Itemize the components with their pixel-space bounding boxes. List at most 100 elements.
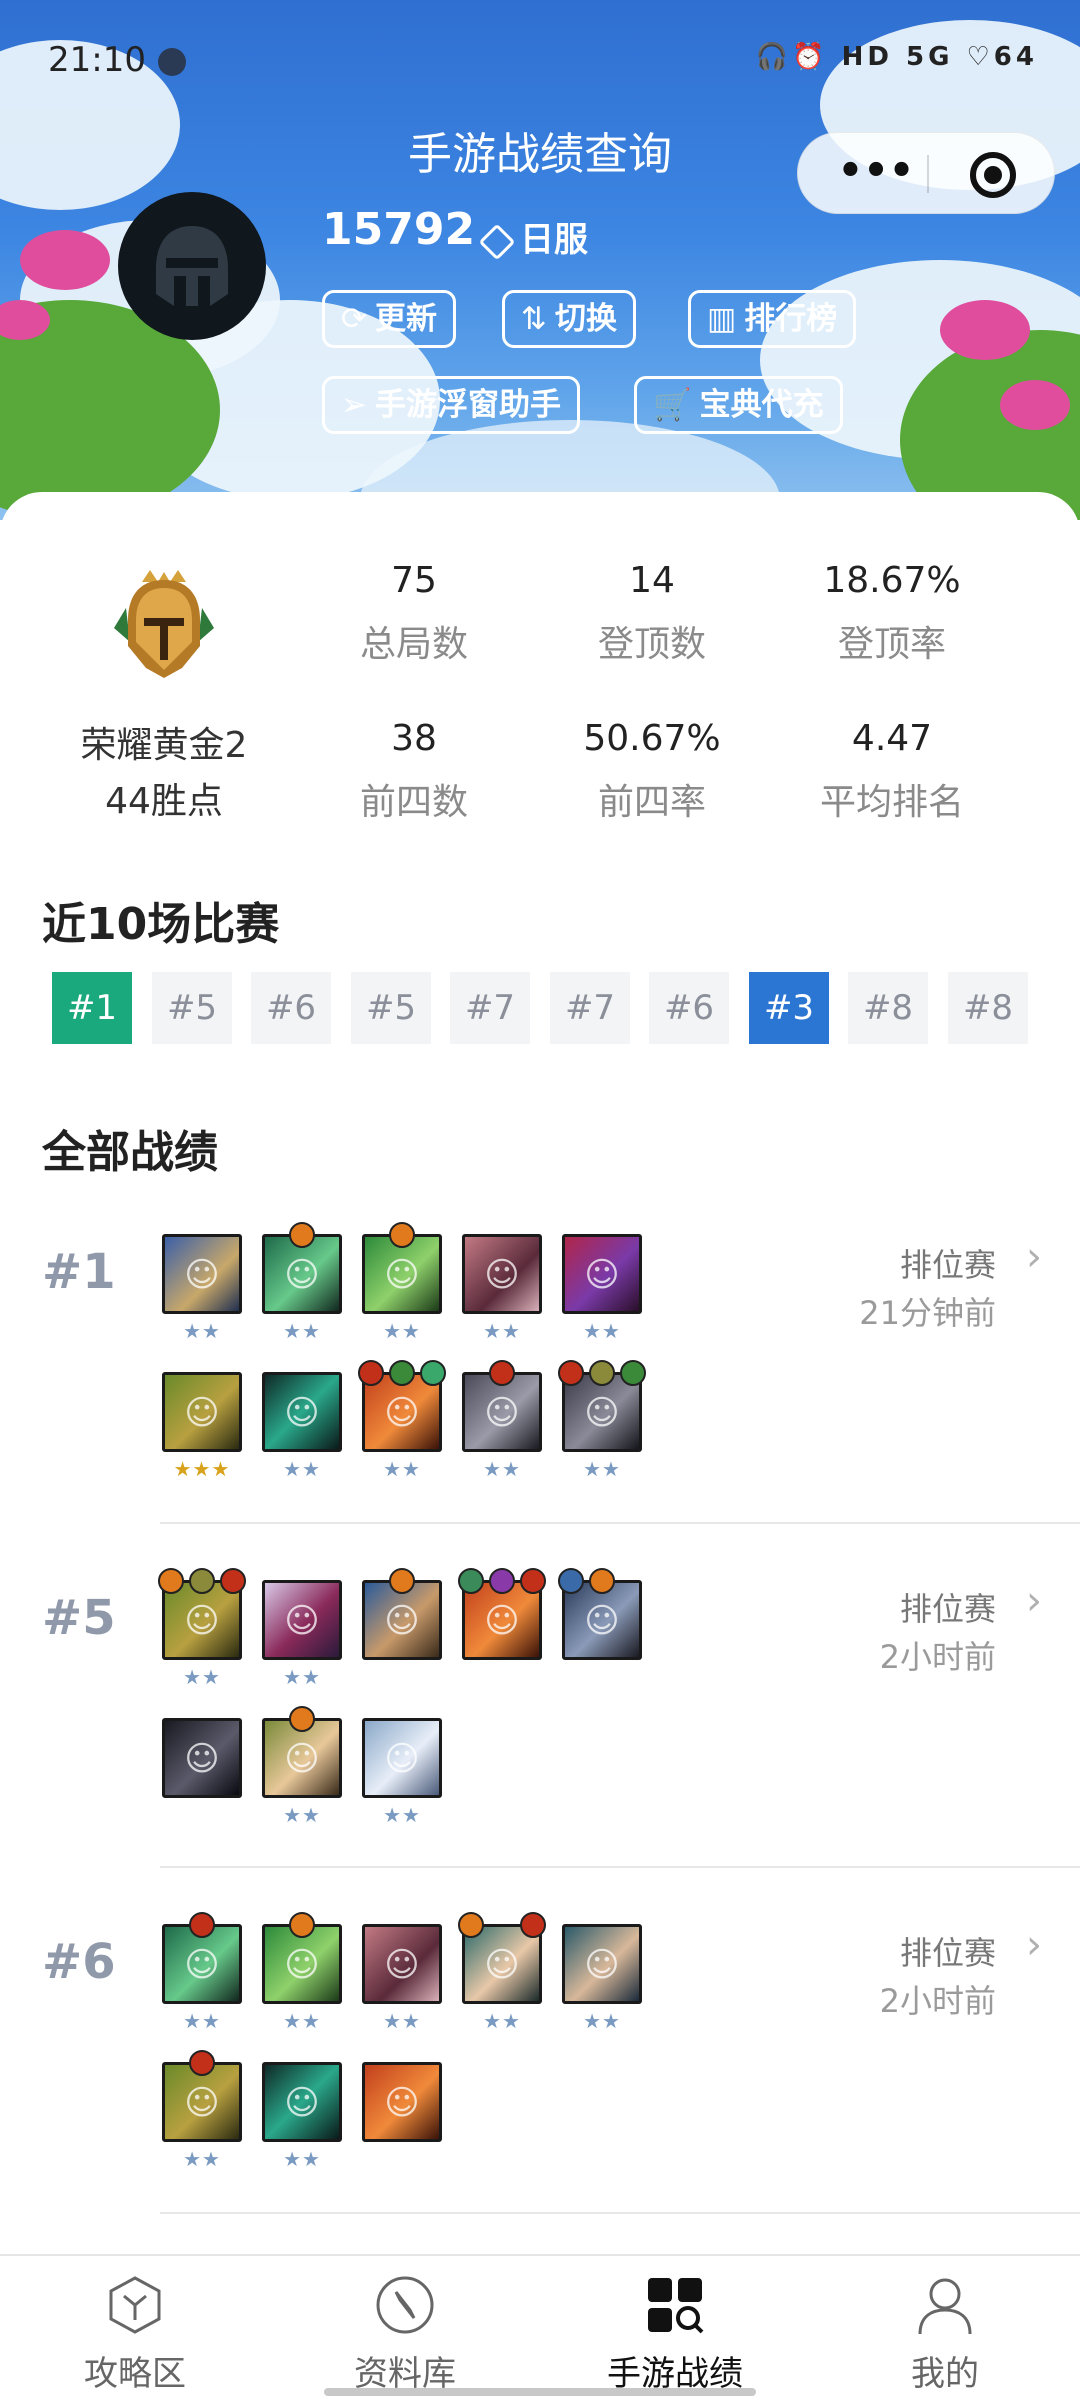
floating-assistant-button[interactable]: ➢ 手游浮窗助手 <box>322 376 580 434</box>
champion-face-icon: ☺ <box>584 1601 620 1641</box>
item-icon <box>558 1360 584 1386</box>
floating-assistant-label: 手游浮窗助手 <box>374 387 561 423</box>
champion-face-icon: ☺ <box>184 1393 220 1433</box>
all-matches-title: 全部战绩 <box>42 1127 218 1178</box>
match-mode[interactable]: 排位赛 <box>900 1928 996 1974</box>
champion-face-icon: ☺ <box>384 1945 420 1985</box>
match-mode[interactable]: 排位赛 <box>900 1584 996 1630</box>
champion-face-icon: ☺ <box>284 1255 320 1295</box>
star-level: ★★ <box>383 1457 421 1481</box>
star-level: ★★ <box>283 1665 321 1689</box>
compass-icon <box>376 2276 434 2334</box>
stat-label: 总局数 <box>359 624 468 665</box>
grid-search-icon <box>648 2278 704 2334</box>
home-indicator[interactable] <box>324 2388 756 2396</box>
stat-top4-rate: 50.67% 前四率 <box>532 718 772 825</box>
stat-value: 4.47 <box>851 718 933 759</box>
recent-placement-chip[interactable]: #7 <box>450 972 530 1044</box>
rank-name: 荣耀黄金2 <box>80 725 248 766</box>
star-level: ★★ <box>383 1803 421 1827</box>
recent-placement-chip[interactable]: #7 <box>550 972 630 1044</box>
champion-portrait[interactable]: ☺ <box>262 2062 342 2142</box>
item-icon <box>620 1360 646 1386</box>
star-level: ★★ <box>583 1319 621 1343</box>
divider <box>160 2212 1080 2214</box>
chevron-right-icon[interactable]: › <box>1026 1922 1042 1968</box>
champion-portrait[interactable]: ☺ <box>462 1234 542 1314</box>
tab-guides[interactable]: 攻略区 <box>0 2256 270 2402</box>
recent-placement-chip[interactable]: #8 <box>948 972 1028 1044</box>
tab-database[interactable]: 资料库 <box>270 2256 540 2402</box>
champion-portrait[interactable]: ☺ <box>262 1580 342 1660</box>
stat-value: 50.67% <box>583 718 721 759</box>
champion-portrait[interactable]: ☺ <box>162 1234 242 1314</box>
recent-placement-chip[interactable]: #5 <box>152 972 232 1044</box>
champion-portrait[interactable]: ☺ <box>362 1924 442 2004</box>
champion-face-icon: ☺ <box>484 1255 520 1295</box>
champion-face-icon: ☺ <box>284 1739 320 1779</box>
star-level: ★★ <box>183 1319 221 1343</box>
star-level: ★★ <box>183 2009 221 2033</box>
tab-label: 攻略区 <box>84 2354 186 2394</box>
refresh-button[interactable]: ⟳ 更新 <box>322 290 456 348</box>
star-level: ★★ <box>183 1665 221 1689</box>
star-level: ★★ <box>583 1457 621 1481</box>
recent-placement-chip[interactable]: #5 <box>351 972 431 1044</box>
star-level: ★★ <box>483 1319 521 1343</box>
chevron-right-icon[interactable]: › <box>1026 1578 1042 1624</box>
match-time: 21分钟前 <box>859 1294 996 1332</box>
recent-placement-chip[interactable]: #6 <box>649 972 729 1044</box>
stat-label: 前四数 <box>359 782 468 823</box>
champion-face-icon: ☺ <box>484 1393 520 1433</box>
item-icon <box>420 1360 446 1386</box>
helmet-icon <box>156 226 228 306</box>
champion-portrait[interactable]: ☺ <box>162 1372 242 1452</box>
champion-portrait[interactable]: ☺ <box>362 1718 442 1798</box>
match-mode[interactable]: 排位赛 <box>900 1240 996 1286</box>
switch-label: 切换 <box>554 301 617 337</box>
tab-match-history[interactable]: 手游战绩 <box>540 2256 810 2402</box>
champion-face-icon: ☺ <box>184 1255 220 1295</box>
item-icon <box>389 1222 415 1248</box>
chevron-right-icon[interactable]: › <box>1026 1234 1042 1280</box>
status-icons: 🎧⏰ HD 5G ♡64 <box>755 42 1038 72</box>
item-icon <box>389 1568 415 1594</box>
champion-face-icon: ☺ <box>384 1393 420 1433</box>
champion-portrait[interactable]: ☺ <box>262 1372 342 1452</box>
close-miniprogram-icon[interactable] <box>970 152 1016 198</box>
champion-face-icon: ☺ <box>184 1601 220 1641</box>
champion-face-icon: ☺ <box>184 1739 220 1779</box>
champion-face-icon: ☺ <box>584 1393 620 1433</box>
refresh-icon: ⟳ <box>341 301 367 337</box>
item-icon <box>558 1568 584 1594</box>
hexagon-icon <box>109 2276 161 2334</box>
more-icon[interactable]: ••• <box>826 151 926 191</box>
tab-profile[interactable]: 我的 <box>810 2256 1080 2402</box>
switch-button[interactable]: ⇅ 切换 <box>502 290 636 348</box>
item-icon <box>389 1360 415 1386</box>
cart-icon: 🛒 <box>653 387 692 423</box>
server-tag: 日服 <box>478 212 588 261</box>
recharge-button[interactable]: 🛒 宝典代充 <box>634 376 843 434</box>
recent-placement-chip[interactable]: #3 <box>749 972 829 1044</box>
recent-placement-chip[interactable]: #1 <box>52 972 132 1044</box>
champion-portrait[interactable]: ☺ <box>162 1718 242 1798</box>
leaderboard-button[interactable]: ▥ 排行榜 <box>688 290 857 348</box>
rank-points: 44胜点 <box>105 781 223 822</box>
champion-face-icon: ☺ <box>484 1945 520 1985</box>
item-icon <box>220 1568 246 1594</box>
switch-icon: ⇅ <box>521 301 547 337</box>
item-icon <box>458 1912 484 1938</box>
avatar[interactable] <box>118 192 266 340</box>
divider <box>160 1866 1080 1868</box>
champion-face-icon: ☺ <box>384 1601 420 1641</box>
champion-face-icon: ☺ <box>184 1945 220 1985</box>
recent-placement-chip[interactable]: #8 <box>848 972 928 1044</box>
champion-portrait[interactable]: ☺ <box>562 1924 642 2004</box>
capsule-divider <box>927 155 929 193</box>
champion-portrait[interactable]: ☺ <box>362 2062 442 2142</box>
stat-label: 前四率 <box>597 782 706 823</box>
champion-portrait[interactable]: ☺ <box>562 1234 642 1314</box>
recent-placement-chip[interactable]: #6 <box>251 972 331 1044</box>
miniprogram-capsule: ••• <box>797 132 1055 214</box>
